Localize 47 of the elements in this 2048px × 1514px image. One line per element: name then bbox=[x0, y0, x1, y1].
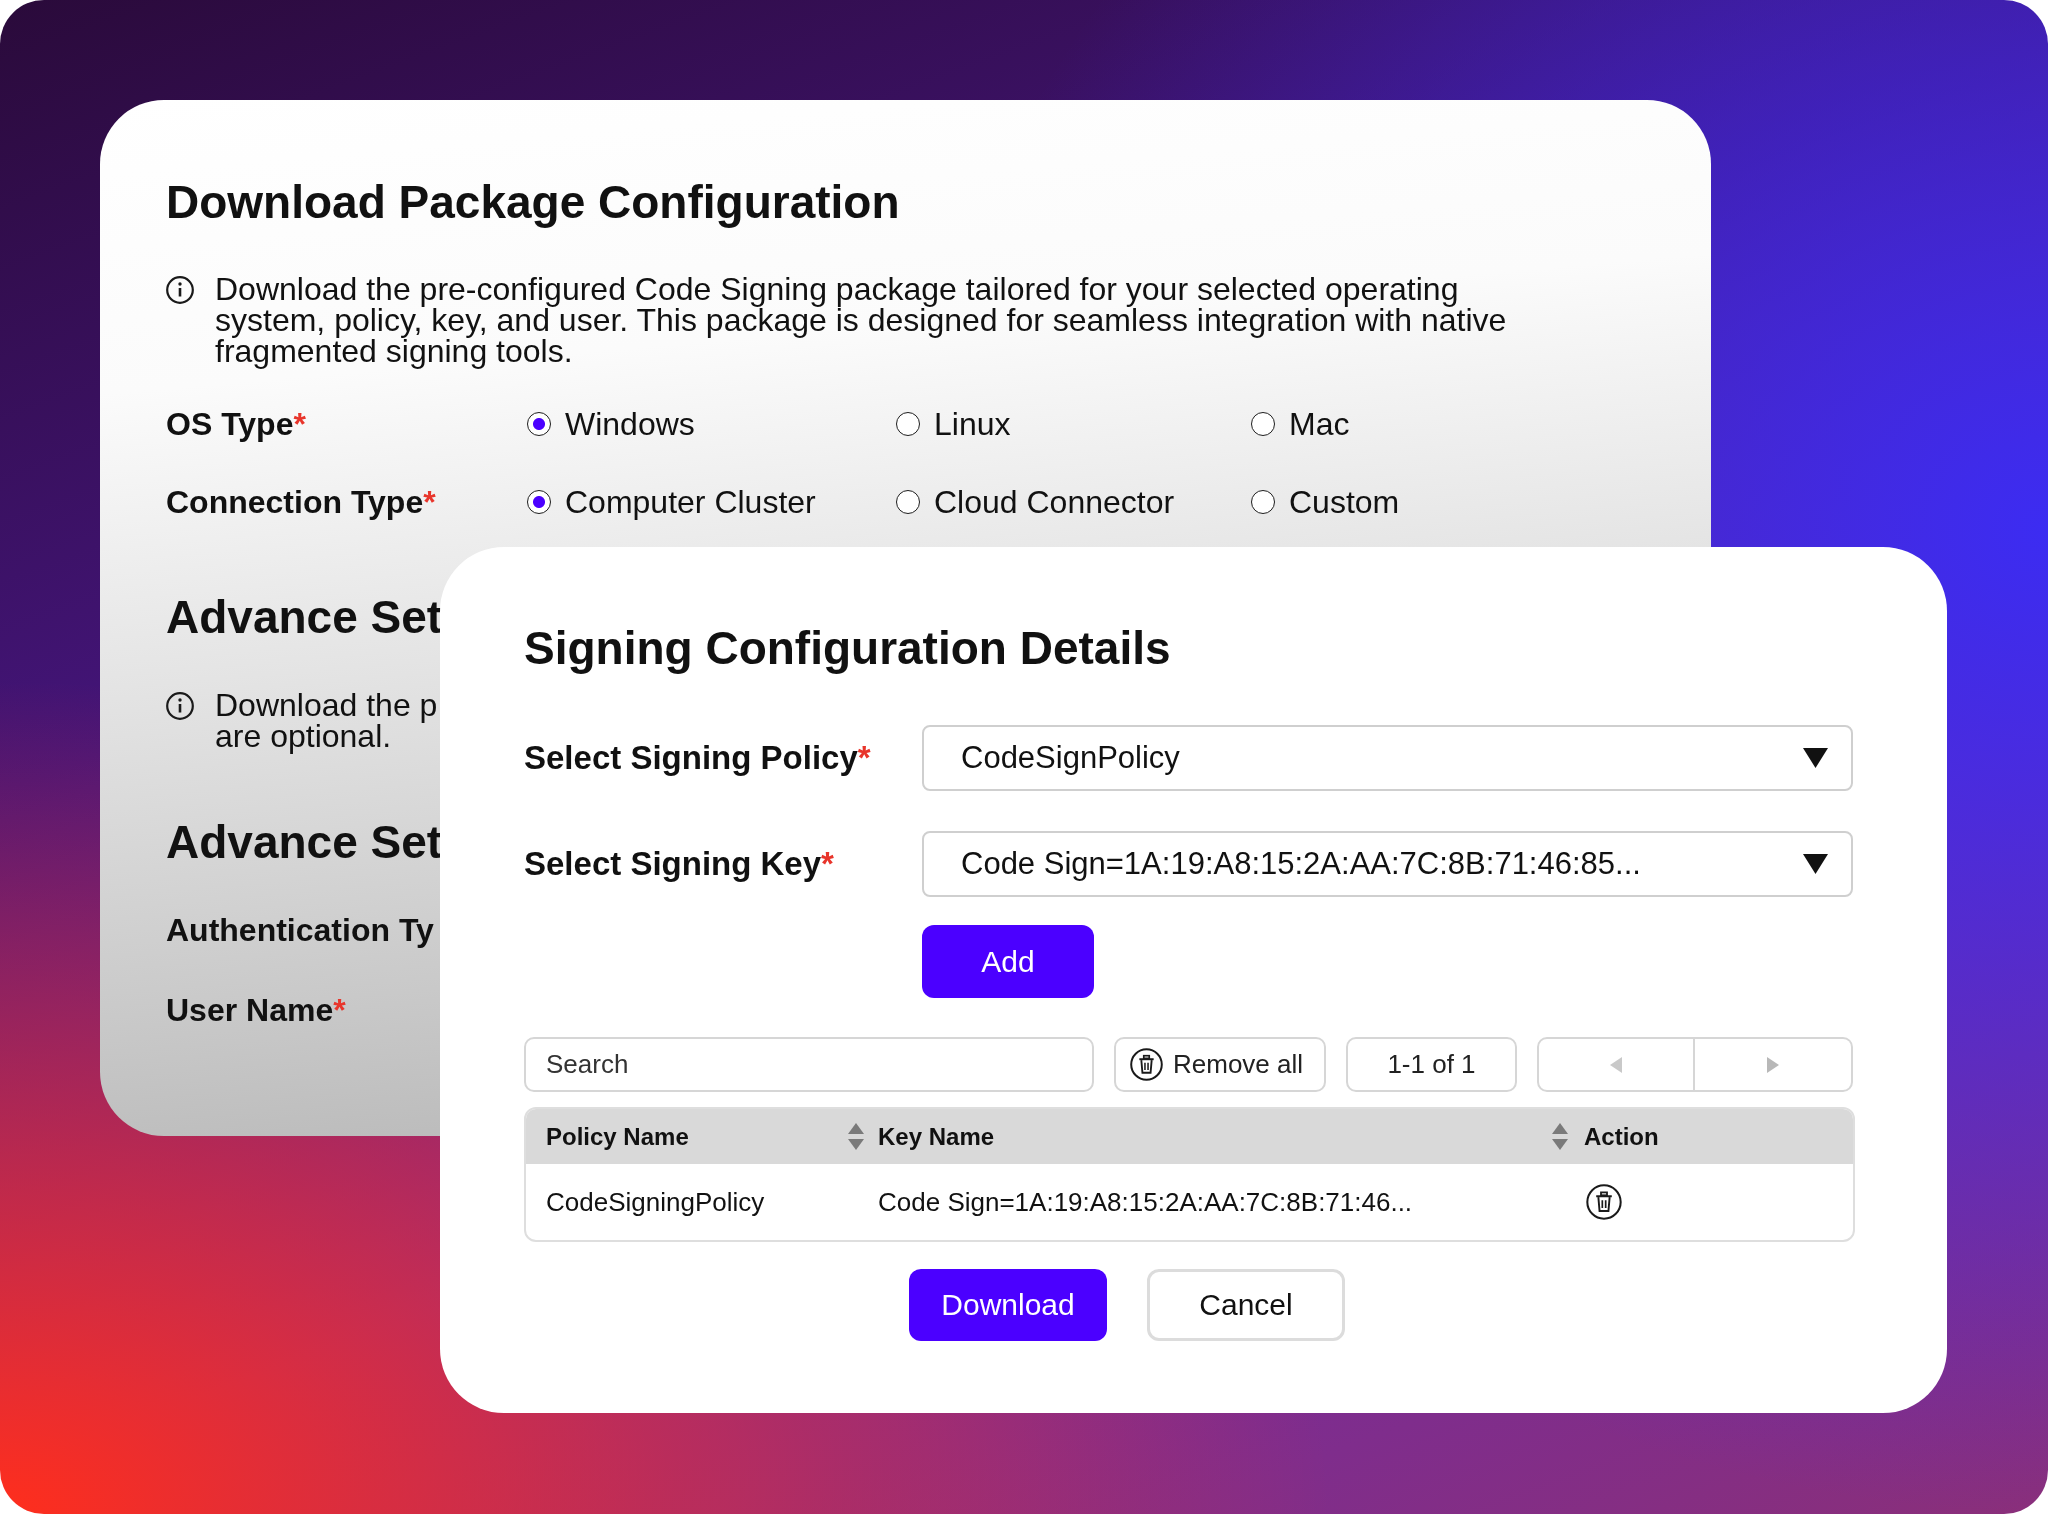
radio-button[interactable] bbox=[527, 490, 551, 514]
radio-option[interactable]: Mac bbox=[1251, 405, 1350, 443]
field-label: Connection Type* bbox=[166, 483, 436, 521]
radio-option[interactable]: Cloud Connector bbox=[896, 483, 1175, 521]
radio-button[interactable] bbox=[896, 412, 920, 436]
info-text: Download the pre-configured Code Signing package tailored for your selected operating system, policy, key, and user. This package is designed for seamless integration with native fragmented signing tools. bbox=[215, 274, 1508, 367]
caret-icon bbox=[1803, 748, 1828, 768]
trash-icon[interactable] bbox=[1586, 1184, 1622, 1220]
column-header: Policy Name bbox=[546, 1122, 689, 1151]
radio-button[interactable] bbox=[527, 412, 551, 436]
remove-all-button[interactable]: Remove all bbox=[1114, 1037, 1326, 1092]
dropdown-field[interactable]: Code Sign=1A:19:A8:15:2A:AA:7C:8B:71:46:85... bbox=[922, 831, 1853, 897]
radio-button[interactable] bbox=[896, 490, 920, 514]
info-icon bbox=[166, 276, 194, 304]
table-cell-text: Code Sign=1A:19:A8:15:2A:AA:7C:8B:71:46... bbox=[877, 1186, 1414, 1218]
pagination-range: 1-1 of 1 bbox=[1346, 1037, 1517, 1092]
info-icon bbox=[166, 692, 194, 720]
radio-option[interactable]: Windows bbox=[527, 405, 695, 443]
radio-button[interactable] bbox=[1251, 490, 1275, 514]
sort-icon[interactable] bbox=[848, 1123, 864, 1150]
info-text: Download the p are optional. bbox=[215, 690, 438, 752]
radio-option[interactable]: Computer Cluster bbox=[527, 483, 816, 521]
dropdown-field[interactable]: CodeSignPolicy bbox=[922, 725, 1853, 791]
add-button[interactable]: Add bbox=[922, 925, 1094, 998]
field-label: Select Signing Key* bbox=[524, 845, 834, 883]
table-cell-text: CodeSigningPolicy bbox=[545, 1186, 766, 1218]
column-header: Action bbox=[1584, 1122, 1659, 1151]
field-label: Select Signing Policy* bbox=[524, 739, 871, 777]
section-heading: Advance Set bbox=[166, 815, 443, 870]
field-label: User Name* bbox=[166, 991, 346, 1030]
column-header: Key Name bbox=[878, 1122, 995, 1151]
sort-icon[interactable] bbox=[1552, 1123, 1568, 1150]
left-triangle-icon bbox=[1610, 1056, 1622, 1073]
radio-option[interactable]: Custom bbox=[1251, 483, 1400, 521]
trash-icon bbox=[1130, 1048, 1163, 1081]
section-heading: Advance Set bbox=[166, 590, 443, 645]
field-label: Authentication Ty bbox=[166, 911, 434, 950]
dialog-title: Signing Configuration Details bbox=[524, 621, 1171, 676]
search-field[interactable]: Search bbox=[524, 1037, 1094, 1092]
field-label: OS Type* bbox=[166, 405, 306, 443]
cancel-button[interactable]: Cancel bbox=[1147, 1269, 1345, 1341]
panel-title: Download Package Configuration bbox=[166, 175, 900, 230]
caret-icon bbox=[1803, 854, 1828, 874]
right-triangle-icon bbox=[1767, 1056, 1779, 1073]
download-button[interactable]: Download bbox=[909, 1269, 1107, 1341]
radio-option[interactable]: Linux bbox=[896, 405, 1011, 443]
radio-button[interactable] bbox=[1251, 412, 1275, 436]
